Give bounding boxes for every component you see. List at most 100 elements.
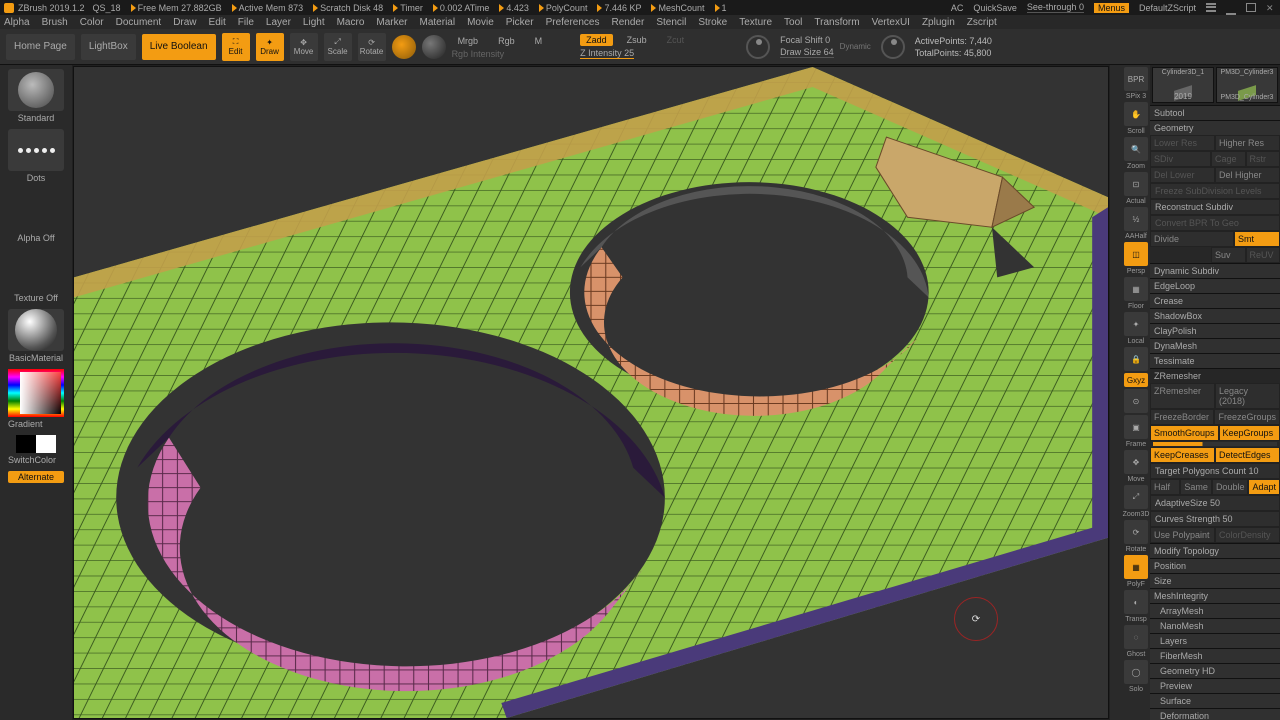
persp-button[interactable]: ◫ [1124,242,1148,266]
lock-button[interactable]: 🔒 [1124,347,1148,371]
mesh-integrity-header[interactable]: MeshIntegrity [1150,588,1280,603]
polyf-button[interactable]: ▦ [1124,555,1148,579]
minimize-icon[interactable] [1226,6,1236,15]
menu-preferences[interactable]: Preferences [546,17,600,28]
dynamesh-header[interactable]: DynaMesh [1150,338,1280,353]
smt-button[interactable]: Smt [1234,231,1280,247]
home-button[interactable]: Home Page [6,34,75,60]
tool-thumb-1[interactable]: 2019Cylinder3D_1 [1152,67,1214,103]
subtool-header[interactable]: Subtool [1150,105,1280,120]
alternate-button[interactable]: Alternate [8,471,64,483]
shadowbox-header[interactable]: ShadowBox [1150,308,1280,323]
menu-tool[interactable]: Tool [784,17,802,28]
del-lower-button[interactable]: Del Lower [1150,167,1215,183]
menu-alpha[interactable]: Alpha [4,17,30,28]
move3d-button[interactable]: ✥ [1124,450,1148,474]
mrgb-button[interactable]: Mrgb [452,35,485,47]
aahalf-button[interactable]: ½ [1124,207,1148,231]
arraymesh-header[interactable]: ArrayMesh [1150,603,1280,618]
m-button[interactable]: M [529,35,549,47]
zremesher-button[interactable]: ZRemesher [1150,383,1215,409]
modify-topology-header[interactable]: Modify Topology [1150,543,1280,558]
spix-label[interactable]: SPix 3 [1126,93,1146,100]
adapt-button[interactable]: Adapt [1248,479,1280,495]
dynamic-subdiv-header[interactable]: Dynamic Subdiv [1150,263,1280,278]
layers-header[interactable]: Layers [1150,633,1280,648]
seethrough-slider[interactable]: See-through 0 [1027,2,1084,13]
size-header[interactable]: Size [1150,573,1280,588]
double-button[interactable]: Double [1212,479,1249,495]
freeze-groups-button[interactable]: FreezeGroups [1214,409,1280,425]
rotate3d-button[interactable]: ⟳ [1124,520,1148,544]
preview-header[interactable]: Preview [1150,678,1280,693]
draw-button[interactable]: ✦Draw [256,33,284,61]
menu-render[interactable]: Render [612,17,645,28]
zoom-button[interactable]: 🔍 [1124,137,1148,161]
menu-material[interactable]: Material [420,17,456,28]
del-higher-button[interactable]: Del Higher [1215,167,1280,183]
same-button[interactable]: Same [1180,479,1212,495]
tessimate-header[interactable]: Tessimate [1150,353,1280,368]
menu-brush[interactable]: Brush [42,17,68,28]
menu-file[interactable]: File [238,17,254,28]
menu-texture[interactable]: Texture [739,17,772,28]
menu-macro[interactable]: Macro [337,17,365,28]
bpr-button[interactable]: BPR [1124,67,1148,91]
edgeloop-header[interactable]: EdgeLoop [1150,278,1280,293]
maximize-icon[interactable] [1246,3,1256,12]
menu-layer[interactable]: Layer [266,17,291,28]
rstr-button[interactable]: Rstr [1246,151,1280,167]
menu-draw[interactable]: Draw [173,17,196,28]
viewport-3d[interactable]: ⟳ [73,66,1109,719]
scroll-button[interactable]: ✋ [1124,102,1148,126]
divide-button[interactable]: Divide [1150,231,1234,247]
center-button[interactable]: ⊙ [1124,389,1148,413]
collapse-icon[interactable] [1206,3,1216,12]
xyz-button[interactable]: Gxyz [1124,373,1148,387]
menu-edit[interactable]: Edit [209,17,226,28]
convert-bpr-button[interactable]: Convert BPR To Geo [1150,215,1280,231]
reuv-button[interactable]: ReUV [1246,247,1280,263]
smooth-groups-button[interactable]: SmoothGroups [1150,425,1219,441]
nanomesh-header[interactable]: NanoMesh [1150,618,1280,633]
position-header[interactable]: Position [1150,558,1280,573]
rotate-button[interactable]: ⟳Rotate [358,33,386,61]
smoothgroups-slider[interactable] [1153,442,1277,446]
move-button[interactable]: ✥Move [290,33,318,61]
tool-thumb-2[interactable]: PM3D_Cylinder3PM3D_Cylinder3 [1216,67,1278,103]
frame-button[interactable]: ▣ [1124,415,1148,439]
transp-button[interactable]: ◐ [1124,590,1148,614]
default-zscript[interactable]: DefaultZScript [1139,3,1196,13]
menu-document[interactable]: Document [116,17,162,28]
curves-strength-slider[interactable]: Curves Strength 50 [1150,511,1280,527]
geometry-header[interactable]: Geometry [1150,120,1280,135]
menu-zplugin[interactable]: Zplugin [922,17,955,28]
gizmo-icon[interactable] [392,35,416,59]
surface-header[interactable]: Surface [1150,693,1280,708]
edit-button[interactable]: ⛶Edit [222,33,250,61]
solo-button[interactable]: ◯ [1124,660,1148,684]
keep-creases-button[interactable]: KeepCreases [1150,447,1215,463]
zcut-button[interactable]: Zcut [661,34,691,46]
crease-header[interactable]: Crease [1150,293,1280,308]
sdiv-slider[interactable]: SDiv [1150,151,1211,167]
alpha-swatch[interactable] [8,189,64,231]
half-button[interactable]: Half [1150,479,1180,495]
local-button[interactable]: ✦ [1124,312,1148,336]
menu-marker[interactable]: Marker [376,17,407,28]
rgb-button[interactable]: Rgb [492,35,521,47]
color-density-button[interactable]: ColorDensity [1215,527,1280,543]
sculptris-icon[interactable] [422,35,446,59]
detect-edges-button[interactable]: DetectEdges [1215,447,1280,463]
zremesher-header[interactable]: ZRemesher [1150,368,1280,383]
menu-stroke[interactable]: Stroke [698,17,727,28]
actual-button[interactable]: ⊡ [1124,172,1148,196]
menu-movie[interactable]: Movie [467,17,494,28]
menu-transform[interactable]: Transform [814,17,859,28]
fibermesh-header[interactable]: FiberMesh [1150,648,1280,663]
switch-color-button[interactable]: SwitchColor [8,455,64,465]
menu-zscript[interactable]: Zscript [967,17,997,28]
color-swatches[interactable] [16,435,56,453]
rgb-intensity-slider[interactable]: Rgb Intensity [452,49,505,59]
target-polycount-slider[interactable]: Target Polygons Count 10 [1150,463,1280,479]
